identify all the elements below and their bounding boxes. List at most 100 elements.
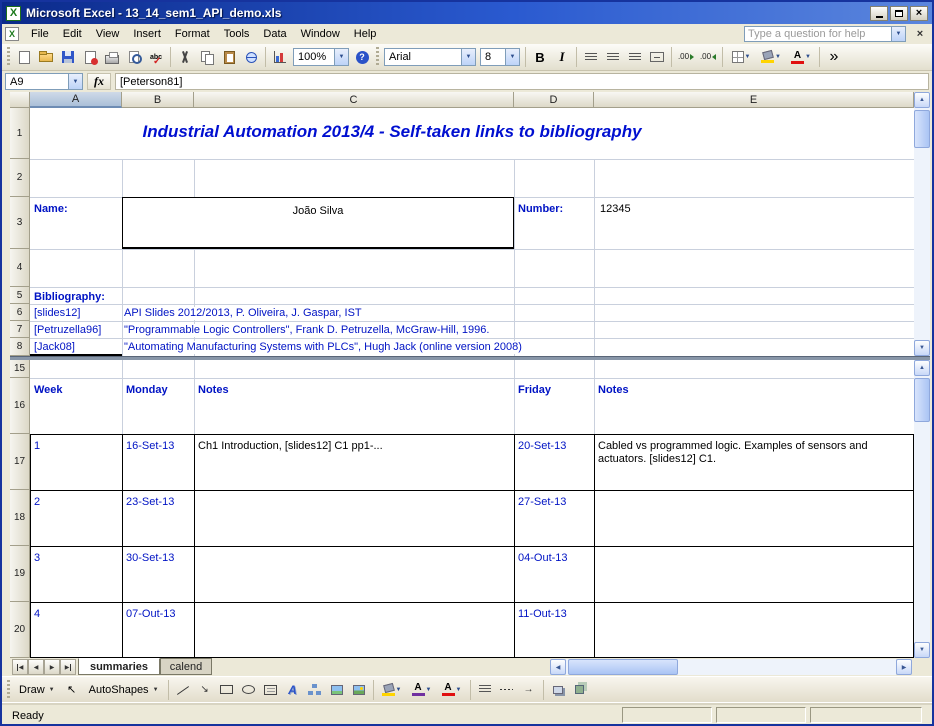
first-sheet-button[interactable]: ◀: [12, 659, 28, 675]
arrow-tool-button[interactable]: ↘: [194, 679, 216, 701]
cell-header-monday[interactable]: Monday: [126, 384, 168, 397]
maximize-button[interactable]: [890, 6, 908, 21]
fill-color-button[interactable]: ▼: [756, 46, 786, 68]
cell-number-label[interactable]: Number:: [518, 203, 563, 216]
row-header[interactable]: 18: [10, 490, 30, 546]
cell-friday-notes[interactable]: Cabled vs programmed logic. Examples of …: [598, 440, 908, 466]
cell-header-friday[interactable]: Friday: [518, 384, 551, 397]
cell-monday-date[interactable]: 07-Out-13: [126, 608, 176, 621]
rectangle-tool-button[interactable]: [216, 679, 238, 701]
cell-bibliography-label[interactable]: Bibliography:: [34, 291, 105, 304]
dropdown-icon[interactable]: ▼: [745, 54, 751, 60]
italic-button[interactable]: I: [551, 46, 573, 68]
column-header-c[interactable]: C: [194, 92, 514, 108]
toolbar-grip[interactable]: [7, 47, 10, 67]
cell-bib-key[interactable]: [slides12]: [34, 307, 80, 320]
question-input[interactable]: [744, 26, 892, 42]
dropdown-icon[interactable]: ▼: [396, 687, 402, 693]
line-style-button[interactable]: [474, 679, 496, 701]
last-sheet-button[interactable]: ▶: [60, 659, 76, 675]
scroll-up-button[interactable]: ▲: [914, 360, 930, 376]
row-header[interactable]: 20: [10, 602, 30, 658]
cell-week-number[interactable]: 3: [34, 552, 40, 565]
scroll-left-button[interactable]: ◀: [550, 659, 566, 675]
font-size-combo[interactable]: 8 ▼: [480, 48, 520, 66]
permission-button[interactable]: [79, 46, 101, 68]
dropdown-icon[interactable]: ▼: [892, 26, 906, 42]
bold-button[interactable]: B: [529, 46, 551, 68]
line-color-button[interactable]: A▼: [407, 679, 437, 701]
cell-name-value[interactable]: João Silva: [122, 205, 514, 218]
cell-header-notes[interactable]: Notes: [598, 384, 629, 397]
cell-friday-date[interactable]: 27-Set-13: [518, 496, 566, 509]
dropdown-icon[interactable]: ▼: [68, 74, 82, 89]
help-button[interactable]: ?: [351, 46, 373, 68]
cell-friday-date[interactable]: 04-Out-13: [518, 552, 568, 565]
column-header-d[interactable]: D: [514, 92, 594, 108]
arrow-style-button[interactable]: →: [518, 679, 540, 701]
decrease-decimal-button[interactable]: .00: [697, 46, 719, 68]
menu-window[interactable]: Window: [294, 25, 347, 43]
workbook-close-button[interactable]: ×: [912, 26, 928, 42]
cell-monday-date[interactable]: 30-Set-13: [126, 552, 174, 565]
dropdown-icon[interactable]: ▼: [805, 54, 811, 60]
line-tool-button[interactable]: [172, 679, 194, 701]
copy-button[interactable]: [196, 46, 218, 68]
insert-picture-button[interactable]: [348, 679, 370, 701]
next-sheet-button[interactable]: ▶: [44, 659, 60, 675]
horizontal-scrollbar-thumb[interactable]: [568, 659, 678, 675]
cell-friday-date[interactable]: 11-Out-13: [518, 608, 567, 621]
dropdown-icon[interactable]: ▼: [426, 687, 432, 693]
cell-bib-text[interactable]: "Automating Manufacturing Systems with P…: [124, 341, 525, 354]
wordart-button[interactable]: A: [282, 679, 304, 701]
row-header[interactable]: 3: [10, 197, 30, 249]
close-button[interactable]: ×: [910, 6, 928, 21]
dropdown-icon[interactable]: ▼: [456, 687, 462, 693]
print-button[interactable]: [101, 46, 123, 68]
scroll-right-button[interactable]: ▶: [896, 659, 912, 675]
menu-file[interactable]: File: [24, 25, 56, 43]
row-header[interactable]: 19: [10, 546, 30, 602]
select-all-corner[interactable]: [10, 92, 30, 108]
column-header-a[interactable]: A: [30, 92, 122, 108]
row-header[interactable]: 16: [10, 378, 30, 434]
dash-style-button[interactable]: [496, 679, 518, 701]
scroll-down-button[interactable]: ▼: [914, 642, 930, 658]
align-right-button[interactable]: [624, 46, 646, 68]
row-header[interactable]: 6: [10, 304, 30, 321]
column-header-b[interactable]: B: [122, 92, 194, 108]
menu-view[interactable]: View: [89, 25, 127, 43]
chart-wizard-button[interactable]: [269, 46, 291, 68]
row-header[interactable]: 5: [10, 287, 30, 304]
cell-monday-notes[interactable]: Ch1 Introduction, [slides12] C1 pp1-...: [198, 440, 383, 453]
toolbar-grip[interactable]: [7, 680, 10, 700]
dropdown-icon[interactable]: ▼: [334, 49, 348, 65]
font-color-button[interactable]: A▼: [786, 46, 816, 68]
cell-monday-date[interactable]: 23-Set-13: [126, 496, 174, 509]
menu-format[interactable]: Format: [168, 25, 217, 43]
minimize-button[interactable]: [870, 6, 888, 21]
cell-monday-date[interactable]: 16-Set-13: [126, 440, 174, 453]
merge-center-button[interactable]: [646, 46, 668, 68]
tab-summaries[interactable]: summaries: [78, 658, 160, 675]
dropdown-icon[interactable]: ▼: [461, 49, 475, 65]
open-button[interactable]: [35, 46, 57, 68]
cell-sheet-title[interactable]: Industrial Automation 2013/4 - Self-take…: [30, 120, 754, 144]
cell-name-label[interactable]: Name:: [34, 203, 68, 216]
cut-button[interactable]: [174, 46, 196, 68]
cell-bib-text[interactable]: "Programmable Logic Controllers", Frank …: [124, 324, 492, 337]
formula-input[interactable]: [Peterson81]: [115, 73, 929, 90]
menu-tools[interactable]: Tools: [217, 25, 257, 43]
menu-edit[interactable]: Edit: [56, 25, 89, 43]
save-button[interactable]: [57, 46, 79, 68]
row-header[interactable]: 15: [10, 360, 30, 378]
cell-header-week[interactable]: Week: [34, 384, 63, 397]
align-center-button[interactable]: [602, 46, 624, 68]
cell-bib-key[interactable]: [Petruzella96]: [34, 324, 101, 337]
menu-insert[interactable]: Insert: [126, 25, 168, 43]
oval-tool-button[interactable]: [238, 679, 260, 701]
align-left-button[interactable]: [580, 46, 602, 68]
font-name-combo[interactable]: Arial ▼: [384, 48, 476, 66]
name-box[interactable]: A9 ▼: [5, 73, 83, 90]
dropdown-icon[interactable]: ▼: [775, 54, 781, 60]
